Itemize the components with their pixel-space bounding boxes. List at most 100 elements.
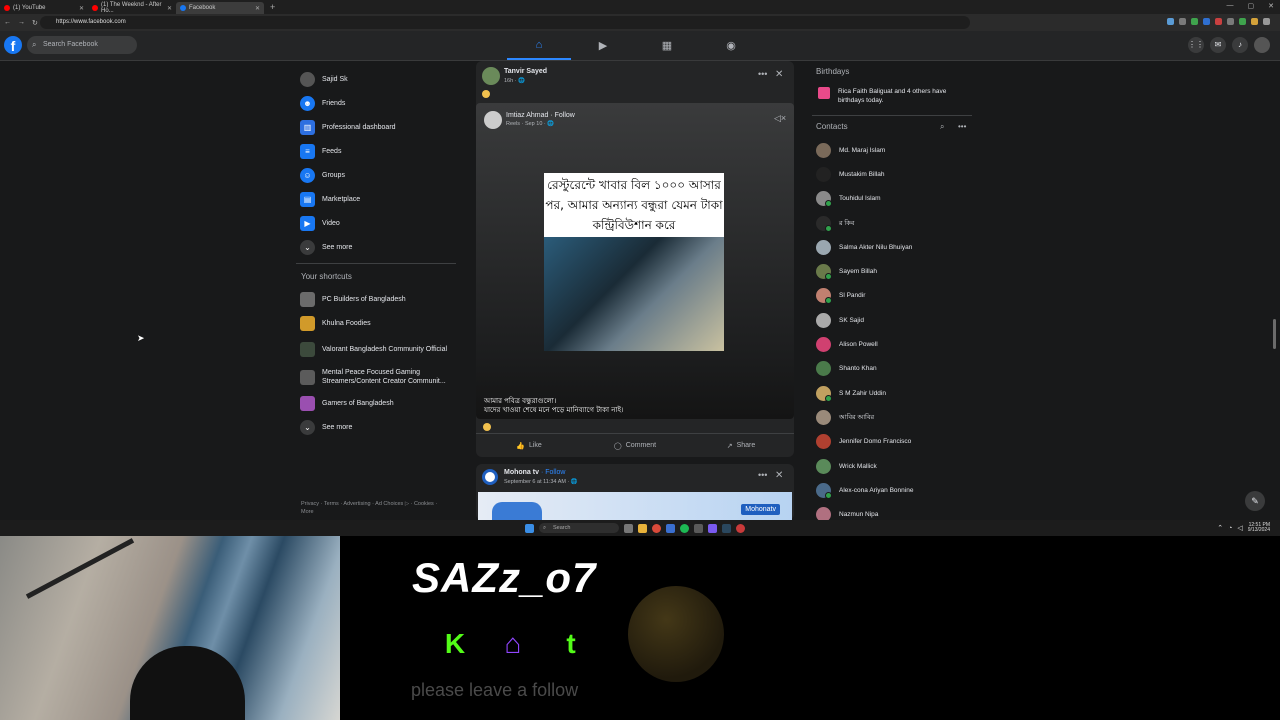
contact-item[interactable]: আবির আবির: [812, 405, 972, 429]
extension-icon[interactable]: [1179, 18, 1186, 25]
profile-icon[interactable]: [1263, 18, 1270, 25]
sidebar-item-marketplace[interactable]: ▤ Marketplace: [296, 187, 456, 211]
close-icon[interactable]: ✕: [775, 470, 783, 481]
task-view-icon[interactable]: [624, 523, 633, 533]
steam-icon[interactable]: [722, 523, 731, 533]
shortcuts-see-more-button[interactable]: ⌄ See more: [296, 415, 456, 439]
reel-video[interactable]: Imtiaz Ahmad · Follow Reels · Sep 10 · 🌐…: [476, 103, 794, 419]
search-input[interactable]: ⌕ Search Facebook: [27, 36, 137, 54]
shortcut-item[interactable]: Valorant Bangladesh Community Official: [296, 335, 456, 363]
taskbar-search[interactable]: ⌕ Search: [539, 523, 619, 533]
avatar[interactable]: [482, 469, 498, 485]
spotify-icon[interactable]: [680, 523, 689, 533]
profile-avatar[interactable]: [1254, 37, 1270, 53]
contact-item[interactable]: S M Zahir Uddin: [812, 381, 972, 405]
comment-button[interactable]: ◯ Comment: [582, 434, 688, 457]
clock[interactable]: 12:51 PM 9/13/2024: [1248, 523, 1270, 533]
contact-item[interactable]: Alison Powell: [812, 332, 972, 356]
facebook-logo[interactable]: f: [4, 36, 22, 54]
menu-grid-icon[interactable]: ⋮⋮: [1188, 37, 1204, 53]
contact-item[interactable]: Md. Maraj Islam: [812, 138, 972, 162]
shortcut-item[interactable]: Gamers of Bangladesh: [296, 391, 456, 415]
tab-youtube[interactable]: (1) YouTube ✕: [0, 2, 88, 14]
messenger-icon[interactable]: ✉: [1210, 37, 1226, 53]
contact-item[interactable]: Sl Pandir: [812, 284, 972, 308]
search-icon[interactable]: ⌕: [940, 122, 944, 132]
share-button[interactable]: ↗ Share: [688, 434, 794, 457]
sidebar-item-friends[interactable]: ☻ Friends: [296, 91, 456, 115]
close-window-button[interactable]: ✕: [1268, 2, 1274, 10]
back-icon[interactable]: ←: [4, 19, 11, 26]
tab-music[interactable]: (1) The Weeknd - After Ho... ✕: [88, 2, 176, 14]
network-icon[interactable]: ◔: [1228, 525, 1232, 532]
extension-icon[interactable]: [1167, 18, 1174, 25]
extension-icon[interactable]: [1251, 18, 1258, 25]
contact-item[interactable]: Shanto Khan: [812, 357, 972, 381]
footer-links[interactable]: Privacy · Terms · Advertising · Ad Choic…: [301, 500, 451, 516]
maximize-button[interactable]: ▢: [1248, 2, 1255, 10]
extension-icon[interactable]: [1203, 18, 1210, 25]
sidebar-item-video[interactable]: ▶ Video: [296, 211, 456, 235]
page-scrollbar[interactable]: [1273, 319, 1276, 349]
tab-facebook[interactable]: Facebook ✕: [176, 2, 264, 14]
like-button[interactable]: 👍 Like: [476, 434, 582, 457]
shortcut-item[interactable]: Khulna Foodies: [296, 311, 456, 335]
contact-item[interactable]: Wrick Mallick: [812, 454, 972, 478]
shortcut-item[interactable]: Mental Peace Focused Gaming Streamers/Co…: [296, 363, 456, 391]
contact-item[interactable]: SK Sajid: [812, 308, 972, 332]
chrome-icon[interactable]: [652, 523, 661, 533]
avatar[interactable]: [484, 111, 502, 129]
video-icon[interactable]: ▶: [571, 31, 635, 60]
discord-icon[interactable]: [708, 523, 717, 533]
windows-start-icon[interactable]: [525, 523, 534, 533]
more-options-icon[interactable]: •••: [958, 122, 966, 131]
post-author[interactable]: Mohona tv · Follow: [504, 469, 565, 476]
contact-item[interactable]: Touhidul Islam: [812, 187, 972, 211]
bell-icon[interactable]: ♪: [1232, 37, 1248, 53]
contact-item[interactable]: Sayem Billah: [812, 259, 972, 283]
extension-icon[interactable]: [1215, 18, 1222, 25]
more-options-icon[interactable]: •••: [758, 470, 767, 480]
tray-chevron-icon[interactable]: ⌃: [1217, 525, 1223, 532]
store-icon[interactable]: [666, 523, 675, 533]
sidebar-item-profile[interactable]: Sajid Sk: [296, 67, 456, 91]
see-more-button[interactable]: ⌄ See more: [296, 235, 456, 259]
mute-icon[interactable]: ◁×: [774, 113, 786, 124]
follow-link[interactable]: · Follow: [541, 469, 566, 476]
reload-icon[interactable]: ↻: [32, 19, 38, 27]
home-icon[interactable]: ⌂: [507, 31, 571, 60]
forward-icon[interactable]: →: [18, 19, 25, 26]
contact-item[interactable]: Alex-cona Ariyan Bonnine: [812, 478, 972, 502]
app-icon[interactable]: [736, 523, 745, 533]
minimize-button[interactable]: —: [1227, 2, 1234, 10]
more-options-icon[interactable]: •••: [758, 69, 767, 79]
contact-item[interactable]: Mustakim Billah: [812, 162, 972, 186]
extension-icon[interactable]: [1191, 18, 1198, 25]
post-author[interactable]: Tanvir Sayed: [504, 68, 547, 75]
birthday-notice[interactable]: Rica Faith Baliguat and 4 others have bi…: [812, 83, 972, 116]
extension-icon[interactable]: [1239, 18, 1246, 25]
file-explorer-icon[interactable]: [638, 523, 647, 533]
contact-item[interactable]: র কিব: [812, 211, 972, 235]
marketplace-icon[interactable]: ▦: [635, 31, 699, 60]
close-tab-icon[interactable]: ✕: [255, 5, 260, 12]
extension-icon[interactable]: [1227, 18, 1234, 25]
close-icon[interactable]: ✕: [775, 69, 783, 80]
sidebar-item-feeds[interactable]: ≡ Feeds: [296, 139, 456, 163]
url-input[interactable]: https://www.facebook.com: [40, 16, 970, 29]
close-tab-icon[interactable]: ✕: [167, 5, 172, 12]
volume-icon[interactable]: ◁: [1237, 525, 1242, 532]
new-message-button[interactable]: ✎: [1245, 491, 1265, 511]
sidebar-item-groups[interactable]: ☺ Groups: [296, 163, 456, 187]
avatar[interactable]: [482, 67, 500, 85]
groups-icon[interactable]: ◉: [699, 31, 763, 60]
post-image[interactable]: Mohonatv: [478, 492, 792, 520]
contact-item[interactable]: Salma Akter Nilu Bhuiyan: [812, 235, 972, 259]
app-icon[interactable]: [694, 523, 703, 533]
shortcut-item[interactable]: PC Builders of Bangladesh: [296, 287, 456, 311]
new-tab-button[interactable]: +: [270, 2, 275, 12]
reel-author[interactable]: Imtiaz Ahmad · Follow: [506, 112, 575, 119]
contact-item[interactable]: Jennifer Domo Francisco: [812, 430, 972, 454]
close-tab-icon[interactable]: ✕: [79, 5, 84, 12]
sidebar-item-dashboard[interactable]: ▥ Professional dashboard: [296, 115, 456, 139]
